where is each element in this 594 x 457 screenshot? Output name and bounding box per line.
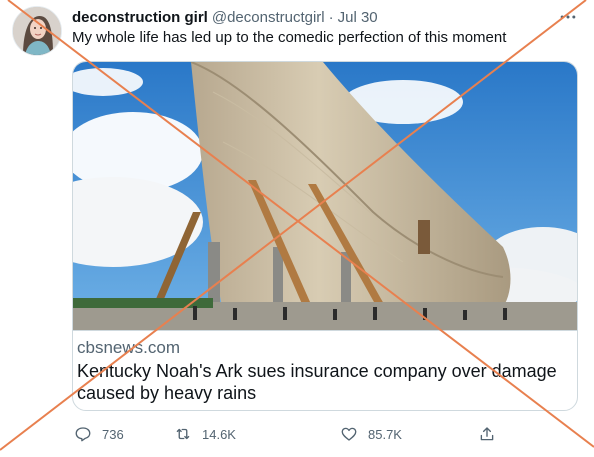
reply-count: 736 [102,426,124,442]
card-domain: cbsnews.com [77,338,180,357]
more-button[interactable] [556,6,580,28]
display-name[interactable]: deconstruction girl [72,9,208,26]
share-button[interactable] [478,424,496,444]
link-card[interactable]: cbsnews.com Kentucky Noah's Ark sues ins… [72,61,578,411]
tweet[interactable]: deconstruction girl @deconstructgirl · J… [0,0,594,457]
avatar[interactable] [12,6,62,56]
handle[interactable]: @deconstructgirl [212,9,325,26]
more-icon [560,15,576,19]
action-bar: 736 14.6K 85.7K [72,424,582,444]
reply-button[interactable]: 736 [74,424,124,444]
separator-dot: · [328,8,334,26]
tweet-date[interactable]: Jul 30 [338,9,378,26]
tweet-text: My whole life has led up to the comedic … [72,29,507,46]
tweet-header: deconstruction girl @deconstructgirl · J… [72,6,378,28]
ark-photo [73,62,577,330]
avatar-image [13,7,61,55]
heart-icon [341,427,357,441]
card-image[interactable] [73,62,577,331]
share-icon [480,427,494,441]
reply-icon [75,427,91,442]
retweet-button[interactable]: 14.6K [174,424,236,444]
like-button[interactable]: 85.7K [340,424,402,444]
retweet-icon [176,428,190,440]
card-title: Kentucky Noah's Ark sues insurance compa… [77,361,557,403]
retweet-count: 14.6K [202,426,236,442]
like-count: 85.7K [368,426,402,442]
